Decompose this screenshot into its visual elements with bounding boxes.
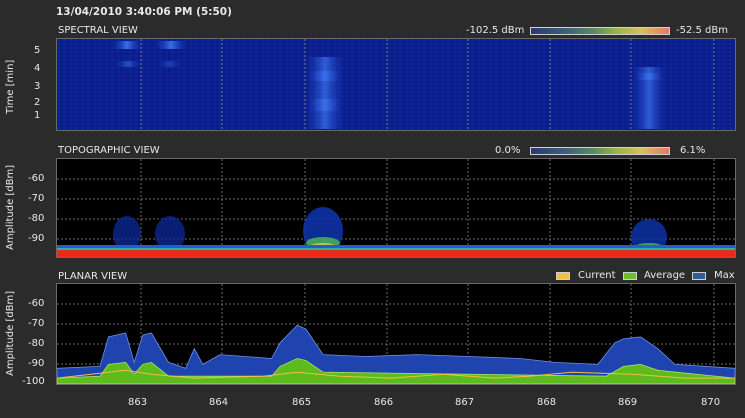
spectral-y-tick: 3 [34,81,41,92]
x-tick: 863 [128,397,148,408]
spectral-scale-max: -52.5 dBm [676,25,729,36]
topographic-view-title: TOPOGRAPHIC VIEW [58,145,160,156]
topographic-plot[interactable] [56,158,736,258]
spectral-hotspot [112,41,142,49]
topographic-y-axis-label: Amplitude [dBm] [5,164,16,250]
x-tick: 868 [537,397,557,408]
x-tick: 866 [374,397,394,408]
legend-average-swatch [623,272,637,280]
spectral-scale-min: -102.5 dBm [466,25,525,36]
planar-y-tick: -80 [28,338,45,349]
spectral-plot[interactable] [56,38,736,131]
spectral-y-tick: 4 [34,63,41,74]
topographic-y-tick: -90 [28,233,45,244]
legend-max-swatch [692,272,706,280]
spectral-hotspot [155,41,187,49]
planar-plot[interactable] [56,283,736,385]
topographic-y-tick: -60 [28,173,45,184]
topographic-y-tick: -80 [28,213,45,224]
legend-max-label: Max [714,270,735,281]
x-tick: 870 [701,397,721,408]
planar-y-tick: -100 [22,376,45,387]
topographic-scale-min: 0.0% [495,145,521,156]
spectral-y-tick: 2 [34,97,41,108]
topographic-scale-max: 6.1% [680,145,706,156]
legend-current-swatch [556,272,570,280]
legend-current-label: Current [578,270,616,281]
topographic-y-tick: -70 [28,193,45,204]
x-tick: 864 [209,397,229,408]
planar-view-title: PLANAR VIEW [58,271,128,282]
planar-y-tick: -70 [28,318,45,329]
spectral-colorbar [530,27,670,35]
x-tick: 869 [618,397,638,408]
x-tick: 867 [455,397,475,408]
planar-y-tick: -90 [28,358,45,369]
spectral-y-tick: 1 [34,110,41,121]
legend-average-label: Average [644,270,686,281]
planar-y-axis-label: Amplitude [dBm] [5,290,16,376]
topographic-colorbar [530,147,670,155]
spectral-y-tick: 5 [34,45,41,56]
capture-timestamp: 13/04/2010 3:40:06 PM (5:50) [56,6,232,18]
spectral-y-axis-label: Time [min] [5,59,16,114]
planar-y-tick: -60 [28,298,45,309]
spectral-band [305,57,345,129]
x-tick: 865 [292,397,312,408]
spectral-view-title: SPECTRAL VIEW [58,25,138,36]
